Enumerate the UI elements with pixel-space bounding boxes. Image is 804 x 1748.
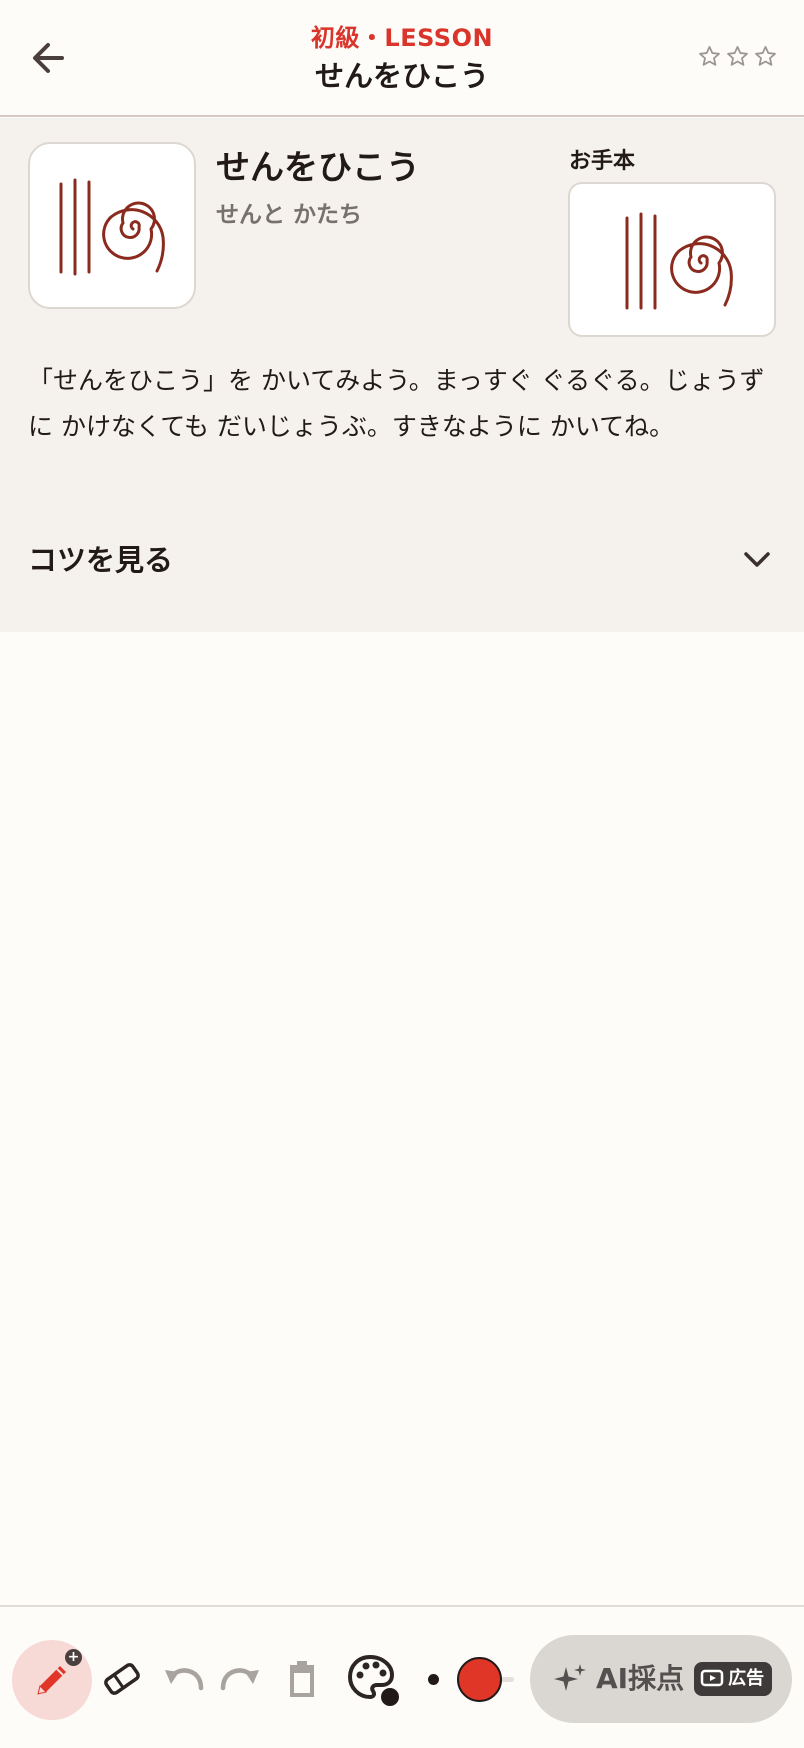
clear-canvas-button[interactable] (276, 1653, 328, 1705)
lesson-info-panel: せんをひこう せんと かたち お手本 「せんをひこう」を かいてみよう。まっすぐ… (0, 118, 804, 632)
lesson-category: せんと かたち (216, 202, 363, 228)
lesson-level-label: 初級・LESSON (310, 24, 494, 52)
lesson-thumbnail (28, 142, 196, 309)
pen-tool-button[interactable]: + (12, 1640, 92, 1720)
palette-icon (347, 1654, 399, 1706)
eraser-tool-button[interactable] (96, 1653, 148, 1705)
ai-grading-button[interactable]: AI採点 広告 (530, 1635, 792, 1723)
page-title: せんをひこう (314, 59, 489, 93)
ai-grading-label: AI採点 (596, 1662, 685, 1695)
ad-badge: 広告 (694, 1662, 773, 1696)
drawing-toolbar: + AI採点 広告 (0, 1605, 804, 1748)
redo-button[interactable] (216, 1653, 268, 1705)
lesson-instructions: 「せんをひこう」を かいてみよう。まっすぐ ぐるぐる。じょうずに かけなくても … (28, 366, 765, 441)
ad-badge-label: 広告 (728, 1668, 765, 1689)
brush-size-indicator[interactable] (428, 1674, 439, 1685)
model-example (568, 182, 776, 337)
lesson-name: せんをひこう (216, 148, 420, 188)
sparkle-icon (554, 1664, 586, 1691)
undo-icon (165, 1668, 204, 1691)
model-label: お手本 (569, 149, 636, 174)
drawing-canvas[interactable] (0, 632, 804, 1606)
star-outline-icon (699, 46, 720, 66)
plus-badge-icon: + (65, 1649, 82, 1666)
header-titles: 初級・LESSON せんをひこう (0, 20, 804, 96)
selected-color-swatch[interactable] (457, 1657, 502, 1702)
color-palette-button[interactable] (346, 1651, 402, 1707)
lines-spiral-illustration (59, 178, 165, 275)
video-ad-icon (700, 1669, 724, 1687)
lines-spiral-illustration (625, 212, 733, 309)
tips-label: コツを見る (28, 543, 174, 577)
header-bar: 初級・LESSON せんをひこう (0, 0, 804, 117)
star-outline-icon (727, 46, 748, 66)
undo-button[interactable] (156, 1653, 208, 1705)
eraser-icon (104, 1663, 140, 1695)
trash-icon (290, 1661, 314, 1697)
tips-toggle[interactable]: コツを見る (0, 524, 804, 594)
star-rating (697, 44, 778, 69)
redo-icon (220, 1668, 259, 1691)
lesson-screen: 初級・LESSON せんをひこう せんをひこう せんと かたち お手本 「せんを… (0, 0, 804, 1748)
star-outline-icon (755, 46, 776, 66)
chevron-down-icon (744, 552, 770, 567)
